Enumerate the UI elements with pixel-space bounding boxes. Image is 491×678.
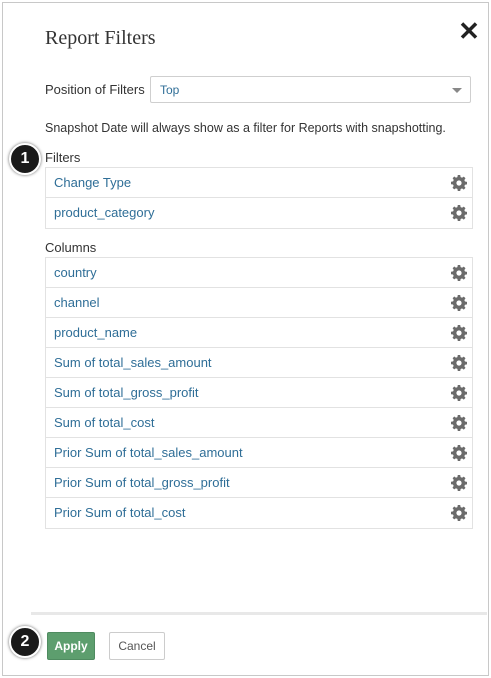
report-filters-dialog: Report Filters ✕ Position of Filters Top… bbox=[2, 2, 489, 676]
column-row[interactable]: channel bbox=[46, 288, 472, 318]
step-badge-2: 2 bbox=[9, 626, 41, 658]
gear-icon[interactable] bbox=[451, 415, 468, 431]
column-row-label[interactable]: Prior Sum of total_sales_amount bbox=[54, 445, 243, 460]
column-row[interactable]: Sum of total_gross_profit bbox=[46, 378, 472, 408]
column-row-label[interactable]: country bbox=[54, 265, 97, 280]
filters-list: Change Type product_category bbox=[45, 167, 473, 229]
gear-icon[interactable] bbox=[451, 355, 468, 371]
gear-icon[interactable] bbox=[451, 475, 468, 491]
column-row-label[interactable]: channel bbox=[54, 295, 100, 310]
column-row-label[interactable]: Prior Sum of total_gross_profit bbox=[54, 475, 230, 490]
footer-divider bbox=[31, 612, 487, 615]
column-row[interactable]: Prior Sum of total_cost bbox=[46, 498, 472, 528]
column-row-label[interactable]: product_name bbox=[54, 325, 137, 340]
position-select-value: Top bbox=[160, 83, 180, 97]
filter-row[interactable]: product_category bbox=[46, 198, 472, 228]
column-row[interactable]: Prior Sum of total_gross_profit bbox=[46, 468, 472, 498]
snapshot-note: Snapshot Date will always show as a filt… bbox=[45, 121, 446, 135]
chevron-down-icon bbox=[452, 88, 462, 93]
column-row-label[interactable]: Prior Sum of total_cost bbox=[54, 505, 186, 520]
filters-heading: Filters bbox=[45, 150, 81, 165]
column-row[interactable]: product_name bbox=[46, 318, 472, 348]
columns-heading: Columns bbox=[45, 240, 97, 255]
filter-row-label[interactable]: Change Type bbox=[54, 175, 131, 190]
gear-icon[interactable] bbox=[451, 205, 468, 221]
column-row[interactable]: Sum of total_sales_amount bbox=[46, 348, 472, 378]
filter-row[interactable]: Change Type bbox=[46, 168, 472, 198]
gear-icon[interactable] bbox=[451, 385, 468, 401]
close-icon[interactable]: ✕ bbox=[457, 17, 481, 45]
apply-button[interactable]: Apply bbox=[47, 632, 95, 660]
column-row-label[interactable]: Sum of total_sales_amount bbox=[54, 355, 212, 370]
gear-icon[interactable] bbox=[451, 265, 468, 281]
column-row-label[interactable]: Sum of total_gross_profit bbox=[54, 385, 199, 400]
step-badge-1: 1 bbox=[9, 143, 41, 175]
cancel-button[interactable]: Cancel bbox=[109, 632, 165, 660]
column-row[interactable]: Prior Sum of total_sales_amount bbox=[46, 438, 472, 468]
position-of-filters-label: Position of Filters bbox=[45, 82, 145, 97]
column-row-label[interactable]: Sum of total_cost bbox=[54, 415, 154, 430]
gear-icon[interactable] bbox=[451, 175, 468, 191]
column-row[interactable]: Sum of total_cost bbox=[46, 408, 472, 438]
filter-row-label[interactable]: product_category bbox=[54, 205, 154, 220]
gear-icon[interactable] bbox=[451, 325, 468, 341]
columns-list: country channel product_name Sum of total_s… bbox=[45, 257, 473, 529]
gear-icon[interactable] bbox=[451, 295, 468, 311]
column-row[interactable]: country bbox=[46, 258, 472, 288]
dialog-title: Report Filters bbox=[45, 27, 156, 49]
position-select[interactable]: Top bbox=[150, 76, 471, 103]
gear-icon[interactable] bbox=[451, 445, 468, 461]
gear-icon[interactable] bbox=[451, 505, 468, 521]
